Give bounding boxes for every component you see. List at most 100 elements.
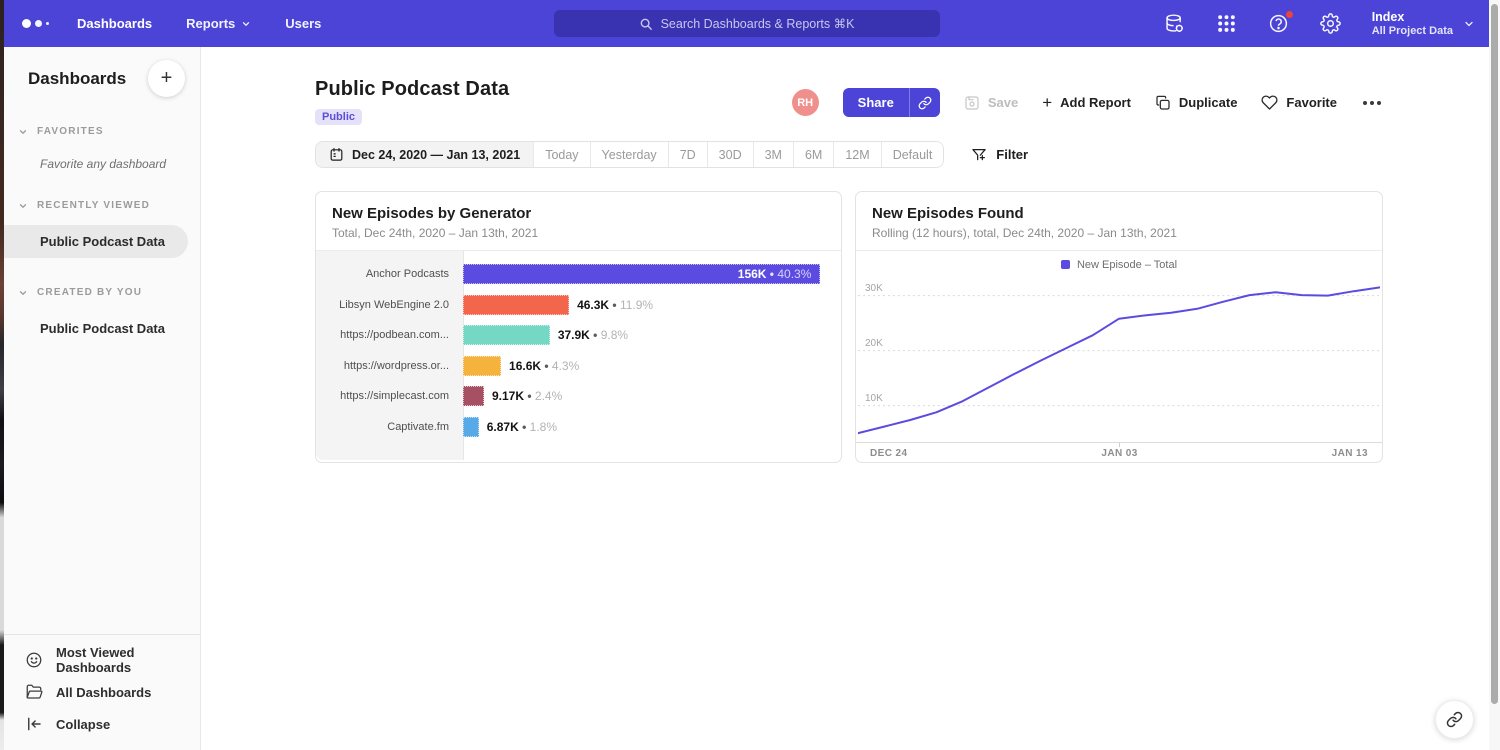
help-icon[interactable] [1268, 13, 1290, 35]
collapse-icon [25, 715, 43, 733]
sidebar-footer-most-viewed-dashboards[interactable]: Most Viewed Dashboards [4, 644, 200, 676]
top-nav: Dashboards Reports Users Search Dashboards… [4, 0, 1489, 47]
bar-chart-plot: Anchor Podcasts156K • 40.3%Libsyn WebEng… [316, 251, 841, 460]
share-link-button[interactable] [909, 88, 940, 117]
chevron-down-icon [241, 19, 251, 29]
bar-libsyn-webengine-2-0[interactable] [463, 295, 569, 315]
workspace-switcher[interactable]: Index All Project Data [1372, 10, 1475, 38]
bar-https-wordpress-or[interactable] [463, 356, 501, 376]
line-chart-plot: 10K20K30K [858, 278, 1380, 442]
bar-anchor-podcasts[interactable]: 156K • 40.3% [463, 264, 820, 284]
chevron-down-icon [18, 127, 28, 137]
action-bar: RH Share Save + A [792, 88, 1383, 117]
bar-captivate-fm[interactable] [463, 417, 479, 437]
bar-category-label: Libsyn WebEngine 2.0 [316, 299, 463, 311]
more-options-button[interactable] [1361, 97, 1383, 109]
apps-grid-icon[interactable] [1216, 13, 1238, 35]
heart-icon [1261, 94, 1278, 111]
x-tick-label: JAN 13 [1332, 448, 1368, 459]
x-tick-label: DEC 24 [870, 448, 907, 459]
scrollbar-thumb[interactable] [1491, 4, 1498, 704]
bar-https-simplecast-com[interactable] [463, 386, 484, 406]
bar-category-label: Anchor Podcasts [316, 268, 463, 280]
empty-hint: Favorite any dashboard [4, 157, 200, 171]
add-dashboard-button[interactable]: + [148, 60, 185, 97]
bar-row-libsyn-webengine-2-0: Libsyn WebEngine 2.046.3K • 11.9% [316, 290, 841, 321]
settings-icon[interactable] [1320, 13, 1342, 35]
share-split-button: Share [843, 88, 940, 117]
preset-12m[interactable]: 12M [833, 142, 880, 167]
x-axis: DEC 24 JAN 03 JAN 13 [856, 442, 1382, 459]
sidebar-footer: Most Viewed DashboardsAll DashboardsColl… [4, 634, 200, 750]
bar-category-label: Captivate.fm [316, 421, 463, 433]
background-app-edge [0, 0, 4, 750]
bar-https-podbean-com[interactable] [463, 325, 550, 345]
sidebar-title: Dashboards [28, 69, 126, 89]
plus-icon: + [1042, 98, 1052, 108]
sidebar-section-created-by-you: CREATED BY YOU Public Podcast Data [4, 287, 200, 345]
legend-swatch [1061, 260, 1070, 269]
bar-value-label: 9.17K • 2.4% [492, 389, 562, 403]
bar-category-label: https://podbean.com... [316, 329, 463, 341]
filter-button[interactable]: Filter [971, 147, 1028, 163]
chart-legend: New Episode – Total [856, 251, 1382, 278]
line-chart-card: New Episodes Found Rolling (12 hours), t… [855, 191, 1383, 463]
bar-value-label: 37.9K • 9.8% [558, 328, 628, 342]
legend-label: New Episode – Total [1077, 259, 1177, 271]
sidebar-item-public-podcast-data[interactable]: Public Podcast Data [4, 225, 188, 258]
line-chart-subtitle: Rolling (12 hours), total, Dec 24th, 202… [872, 226, 1366, 240]
preset-default[interactable]: Default [881, 142, 944, 167]
page-title: Public Podcast Data [315, 78, 509, 101]
page-scrollbar[interactable] [1489, 0, 1500, 750]
section-header[interactable]: CREATED BY YOU [4, 287, 200, 298]
save-button[interactable]: Save [964, 95, 1018, 111]
section-label: RECENTLY VIEWED [37, 200, 150, 211]
notification-badge [1285, 10, 1294, 19]
date-toolbar: Dec 24, 2020 — Jan 13, 2021 TodayYesterd… [315, 141, 1383, 168]
filter-icon [971, 147, 987, 163]
chevron-down-icon [18, 201, 28, 211]
preset-3m[interactable]: 3M [753, 142, 793, 167]
preset-yesterday[interactable]: Yesterday [590, 142, 668, 167]
bar-chart-title: New Episodes by Generator [332, 205, 825, 222]
nav-item-dashboards[interactable]: Dashboards [77, 16, 152, 31]
sidebar-footer-collapse[interactable]: Collapse [4, 708, 200, 740]
data-sources-icon[interactable] [1164, 13, 1186, 35]
bar-row-anchor-podcasts: Anchor Podcasts156K • 40.3% [316, 259, 841, 290]
sidebar-item-public-podcast-data[interactable]: Public Podcast Data [4, 312, 200, 345]
preset-30d[interactable]: 30D [707, 142, 753, 167]
link-icon [1446, 711, 1463, 728]
favorite-button[interactable]: Favorite [1261, 94, 1337, 111]
avatar[interactable]: RH [792, 89, 819, 116]
bar-row-captivate-fm: Captivate.fm6.87K • 1.8% [316, 412, 841, 443]
share-button[interactable]: Share [843, 88, 909, 117]
line-series[interactable] [858, 287, 1380, 433]
date-range-button[interactable]: Dec 24, 2020 — Jan 13, 2021 [316, 142, 533, 167]
duplicate-icon [1155, 95, 1171, 111]
search-input[interactable]: Search Dashboards & Reports ⌘K [554, 10, 940, 37]
add-report-button[interactable]: + Add Report [1042, 95, 1131, 110]
nav-item-reports[interactable]: Reports [186, 16, 251, 31]
workspace-subtitle: All Project Data [1372, 25, 1453, 38]
preset-7d[interactable]: 7D [668, 142, 707, 167]
bar-category-label: https://wordpress.or... [316, 360, 463, 372]
chevron-down-icon [18, 288, 28, 298]
preset-6m[interactable]: 6M [793, 142, 833, 167]
save-icon [964, 95, 980, 111]
section-header[interactable]: FAVORITES [4, 126, 200, 137]
section-header[interactable]: RECENTLY VIEWED [4, 200, 200, 211]
nav-item-users[interactable]: Users [285, 16, 321, 31]
bar-row-https-simplecast-com: https://simplecast.com9.17K • 2.4% [316, 381, 841, 412]
workspace-name: Index [1372, 10, 1453, 25]
smiley-icon [25, 651, 43, 669]
link-icon [918, 96, 932, 110]
preset-today[interactable]: Today [533, 142, 589, 167]
sidebar-footer-all-dashboards[interactable]: All Dashboards [4, 676, 200, 708]
line-chart-title: New Episodes Found [872, 205, 1366, 222]
section-label: CREATED BY YOU [37, 287, 142, 298]
search-icon [639, 17, 653, 31]
mode-logo[interactable] [22, 19, 49, 28]
share-link-fab[interactable] [1435, 700, 1474, 739]
duplicate-button[interactable]: Duplicate [1155, 95, 1238, 111]
search-placeholder: Search Dashboards & Reports ⌘K [661, 16, 855, 31]
